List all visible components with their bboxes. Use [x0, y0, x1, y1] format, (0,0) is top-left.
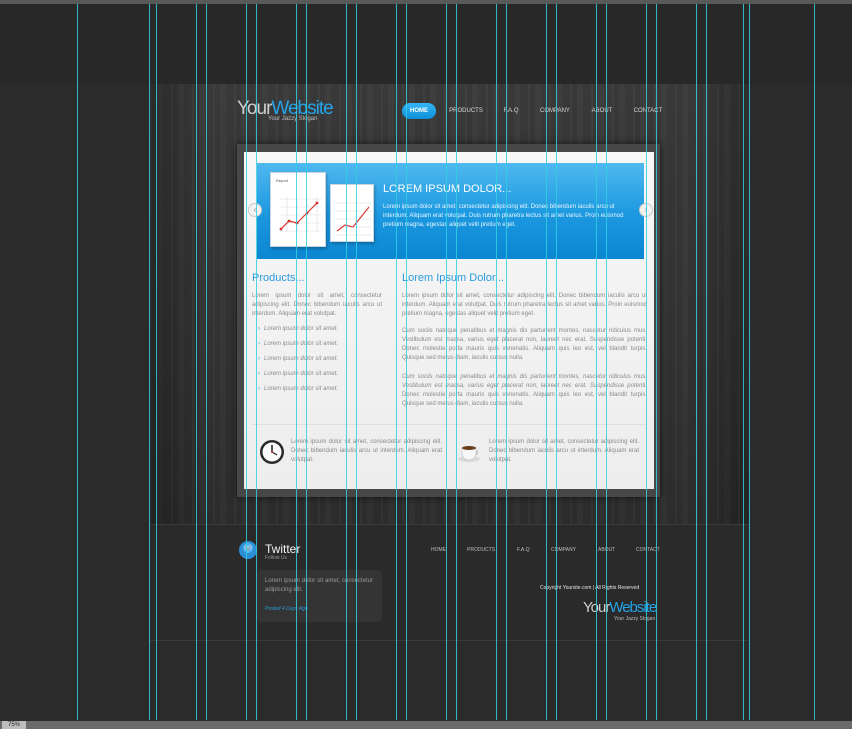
content-paragraph-3-rest: Donec molestie porta mauris quis venenat… [402, 392, 647, 407]
arrow-icon: › [258, 386, 260, 392]
report-document-back [330, 184, 374, 242]
product-link-label: Lorem ipsum dolor sit amet. [264, 386, 339, 392]
slider-prev-button[interactable]: ‹ [248, 203, 262, 217]
footer-slogan: Your Jazzy Slogan [614, 616, 656, 622]
footer-nav-faq[interactable]: F.A.Q [517, 547, 530, 553]
nav-about[interactable]: ABOUT [589, 103, 615, 119]
guide-line[interactable] [706, 4, 707, 720]
banner-title: LOREM IPSUM DOLOR... [383, 183, 512, 195]
product-link-label: Lorem ipsum dolor sit amet. [264, 341, 339, 347]
content-heading: Lorem Ipsum Dolor... [402, 272, 505, 284]
guide-line[interactable] [496, 4, 497, 720]
product-link[interactable]: › Lorem ipsum dolor sit amet. [258, 326, 338, 332]
products-intro: Lorem ipsum dolor sit amet, consectetur … [252, 293, 382, 317]
canvas-background [0, 4, 852, 84]
guide-line[interactable] [456, 4, 457, 720]
guide-line[interactable] [556, 4, 557, 720]
zoom-level[interactable]: 75% [2, 721, 27, 729]
nav-home[interactable]: HOME [402, 103, 436, 119]
guide-line[interactable] [446, 4, 447, 720]
product-link-label: Lorem ipsum dolor sit amet. [264, 356, 339, 362]
product-link[interactable]: › Lorem ipsum dolor sit amet. [258, 386, 338, 392]
guide-line[interactable] [696, 4, 697, 720]
guide-line[interactable] [296, 4, 297, 720]
line-chart-icon [335, 202, 371, 236]
arrow-icon: › [258, 371, 260, 377]
content-paragraph-1: Lorem ipsum dolor sit amet, consectetur … [402, 293, 647, 317]
footer-nav-company[interactable]: COMPANY [551, 547, 576, 553]
guide-line[interactable] [646, 4, 647, 720]
feature-text-2: Lorem ipsum dolor sit amet, consectetur … [489, 439, 639, 463]
guide-line[interactable] [546, 4, 547, 720]
guide-line[interactable] [743, 4, 744, 720]
guide-line[interactable] [149, 4, 150, 720]
site-slogan: Your Jazzy Slogan [268, 116, 318, 122]
content-paragraph-3-italic: Cum sociis natoque penatibus et magnis d… [402, 374, 647, 389]
guide-line[interactable] [814, 4, 815, 720]
footer-nav-home[interactable]: HOME [431, 547, 446, 553]
guide-line[interactable] [356, 4, 357, 720]
product-link-label: Lorem ipsum dolor sit amet. [264, 326, 339, 332]
copyright-text: Copyright Yoursite.com | All Rights Rese… [540, 585, 640, 591]
report-title: Report [276, 178, 289, 183]
wood-shade-left [150, 84, 210, 524]
divider [252, 424, 647, 425]
guide-line[interactable] [396, 4, 397, 720]
content-paragraph-2: Cum sociis natoque penatibus et magnis d… [402, 328, 647, 361]
product-link[interactable]: › Lorem ipsum dolor sit amet. [258, 356, 338, 362]
guide-line[interactable] [606, 4, 607, 720]
guide-line[interactable] [506, 4, 507, 720]
arrow-icon: › [258, 356, 260, 362]
feature-text-1: Lorem ipsum dolor sit amet, consectetur … [291, 439, 442, 463]
tweet-timestamp: Posted 4 Days Ago [265, 606, 308, 612]
banner-text: Lorem ipsum dolor sit amet, consectetur … [383, 204, 624, 228]
guide-line[interactable] [306, 4, 307, 720]
canvas-bottom [0, 641, 852, 721]
twitter-follow-label[interactable]: Follow Us [265, 555, 287, 561]
guide-line[interactable] [256, 4, 257, 720]
guide-line[interactable] [77, 4, 78, 720]
report-document-front: Report [270, 172, 326, 247]
logo-part-your: Your [237, 98, 272, 119]
wood-shade-right [690, 84, 750, 524]
guide-line[interactable] [246, 4, 247, 720]
arrow-icon: › [258, 341, 260, 347]
nav-company[interactable]: COMPANY [538, 103, 572, 119]
content-paragraph-3: Cum sociis natoque penatibus et magnis d… [402, 373, 647, 409]
footer-nav-products[interactable]: PRODUCTS [467, 547, 495, 553]
guide-line[interactable] [406, 4, 407, 720]
nav-products[interactable]: PRODUCTS [446, 103, 486, 119]
guide-line[interactable] [206, 4, 207, 720]
line-chart-icon [279, 197, 321, 233]
coffee-icon [458, 446, 480, 462]
product-link-label: Lorem ipsum dolor sit amet. [264, 371, 339, 377]
guide-line[interactable] [596, 4, 597, 720]
guide-line[interactable] [346, 4, 347, 720]
guide-line[interactable] [156, 4, 157, 720]
guide-line[interactable] [749, 4, 750, 720]
guide-line[interactable] [196, 4, 197, 720]
nav-contact[interactable]: CONTACT [631, 103, 665, 119]
product-link[interactable]: › Lorem ipsum dolor sit amet. [258, 341, 338, 347]
arrow-icon: › [258, 326, 260, 332]
clock-icon [260, 440, 284, 464]
nav-faq[interactable]: F.A.Q [500, 103, 522, 119]
product-link[interactable]: › Lorem ipsum dolor sit amet. [258, 371, 338, 377]
status-bar: 75% [0, 721, 852, 729]
logo-part-website: Website [609, 599, 657, 616]
guide-line[interactable] [656, 4, 657, 720]
